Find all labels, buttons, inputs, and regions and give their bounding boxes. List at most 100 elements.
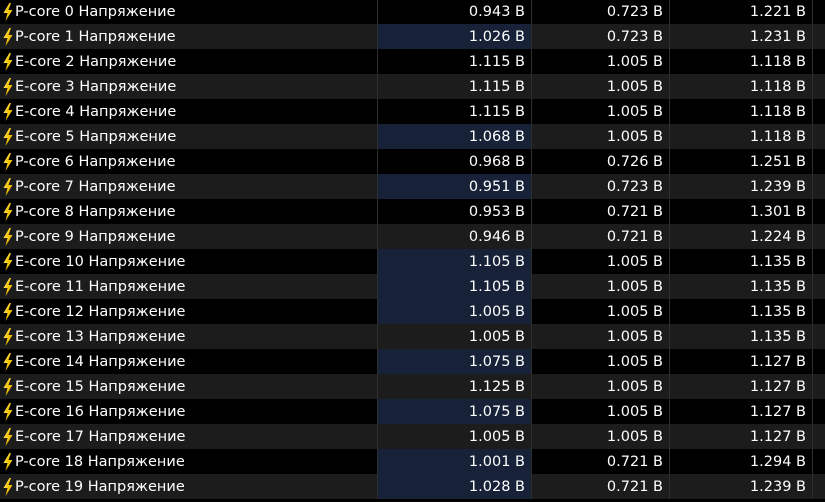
lightning-bolt-icon bbox=[2, 327, 13, 347]
table-row-13[interactable]: E-core 13 Напряжение 1.005 В 1.005 В 1.1… bbox=[0, 324, 825, 349]
sensor-label-cell: P-core 9 Напряжение bbox=[0, 224, 378, 249]
max-value: 1.251 В bbox=[749, 153, 806, 170]
min-value: 0.723 В bbox=[606, 178, 663, 195]
table-row-5[interactable]: E-core 5 Напряжение 1.068 В 1.005 В 1.11… bbox=[0, 124, 825, 149]
max-value-cell: 1.231 В bbox=[670, 24, 813, 49]
min-value: 1.005 В bbox=[606, 328, 663, 345]
table-row-19[interactable]: P-core 19 Напряжение 1.028 В 0.721 В 1.2… bbox=[0, 474, 825, 499]
avg-value-cell bbox=[813, 74, 825, 99]
table-row-1[interactable]: P-core 1 Напряжение 1.026 В 0.723 В 1.23… bbox=[0, 24, 825, 49]
current-value-cell: 1.026 В bbox=[378, 24, 532, 49]
sensor-label: E-core 5 Напряжение bbox=[15, 128, 177, 145]
table-row-8[interactable]: P-core 8 Напряжение 0.953 В 0.721 В 1.30… bbox=[0, 199, 825, 224]
min-value: 1.005 В bbox=[606, 428, 663, 445]
lightning-bolt-icon bbox=[2, 377, 13, 397]
max-value: 1.127 В bbox=[749, 428, 806, 445]
table-row-4[interactable]: E-core 4 Напряжение 1.115 В 1.005 В 1.11… bbox=[0, 99, 825, 124]
min-value-cell: 0.721 В bbox=[532, 474, 670, 499]
min-value-cell: 1.005 В bbox=[532, 374, 670, 399]
lightning-bolt-icon bbox=[2, 127, 13, 147]
current-value: 1.115 В bbox=[468, 78, 525, 95]
avg-value-cell bbox=[813, 124, 825, 149]
table-row-14[interactable]: E-core 14 Напряжение 1.075 В 1.005 В 1.1… bbox=[0, 349, 825, 374]
sensor-label: P-core 7 Напряжение bbox=[15, 178, 176, 195]
current-value: 1.105 В bbox=[468, 278, 525, 295]
sensor-label: E-core 13 Напряжение bbox=[15, 328, 186, 345]
avg-value-cell bbox=[813, 99, 825, 124]
avg-value-cell bbox=[813, 249, 825, 274]
lightning-bolt-icon bbox=[2, 452, 13, 472]
current-value-cell: 0.943 В bbox=[378, 0, 532, 24]
min-value: 0.721 В bbox=[606, 453, 663, 470]
min-value: 0.721 В bbox=[606, 203, 663, 220]
table-row-10[interactable]: E-core 10 Напряжение 1.105 В 1.005 В 1.1… bbox=[0, 249, 825, 274]
current-value-cell: 1.028 В bbox=[378, 474, 532, 499]
sensor-label-cell: E-core 4 Напряжение bbox=[0, 99, 378, 124]
min-value-cell: 1.005 В bbox=[532, 424, 670, 449]
sensor-label-cell: E-core 10 Напряжение bbox=[0, 249, 378, 274]
avg-value-cell bbox=[813, 349, 825, 374]
max-value-cell: 1.294 В bbox=[670, 449, 813, 474]
lightning-bolt-icon bbox=[2, 77, 13, 97]
sensor-label-cell: P-core 7 Напряжение bbox=[0, 174, 378, 199]
max-value-cell: 1.135 В bbox=[670, 324, 813, 349]
avg-value-cell bbox=[813, 199, 825, 224]
min-value: 0.721 В bbox=[606, 478, 663, 495]
min-value: 1.005 В bbox=[606, 278, 663, 295]
sensor-label-cell: E-core 16 Напряжение bbox=[0, 399, 378, 424]
table-row-11[interactable]: E-core 11 Напряжение 1.105 В 1.005 В 1.1… bbox=[0, 274, 825, 299]
min-value-cell: 0.723 В bbox=[532, 174, 670, 199]
min-value-cell: 0.723 В bbox=[532, 0, 670, 24]
sensor-label-cell: E-core 13 Напряжение bbox=[0, 324, 378, 349]
max-value: 1.118 В bbox=[749, 53, 806, 70]
current-value-cell: 1.068 В bbox=[378, 124, 532, 149]
min-value: 0.721 В bbox=[606, 228, 663, 245]
sensor-label: P-core 1 Напряжение bbox=[15, 28, 176, 45]
table-row-0[interactable]: P-core 0 Напряжение 0.943 В 0.723 В 1.22… bbox=[0, 0, 825, 24]
lightning-bolt-icon bbox=[2, 202, 13, 222]
table-row-18[interactable]: P-core 18 Напряжение 1.001 В 0.721 В 1.2… bbox=[0, 449, 825, 474]
max-value: 1.135 В bbox=[749, 303, 806, 320]
lightning-bolt-icon bbox=[2, 427, 13, 447]
current-value-cell: 1.115 В bbox=[378, 74, 532, 99]
min-value-cell: 1.005 В bbox=[532, 49, 670, 74]
sensor-label: E-core 11 Напряжение bbox=[15, 278, 186, 295]
table-row-6[interactable]: P-core 6 Напряжение 0.968 В 0.726 В 1.25… bbox=[0, 149, 825, 174]
sensor-label-cell: P-core 6 Напряжение bbox=[0, 149, 378, 174]
max-value-cell: 1.118 В bbox=[670, 74, 813, 99]
min-value-cell: 0.723 В bbox=[532, 24, 670, 49]
table-row-3[interactable]: E-core 3 Напряжение 1.115 В 1.005 В 1.11… bbox=[0, 74, 825, 99]
current-value-cell: 0.951 В bbox=[378, 174, 532, 199]
current-value-cell: 1.075 В bbox=[378, 349, 532, 374]
max-value-cell: 1.118 В bbox=[670, 99, 813, 124]
table-row-17[interactable]: E-core 17 Напряжение 1.005 В 1.005 В 1.1… bbox=[0, 424, 825, 449]
min-value: 1.005 В bbox=[606, 353, 663, 370]
min-value: 0.726 В bbox=[606, 153, 663, 170]
max-value-cell: 1.251 В bbox=[670, 149, 813, 174]
table-row-16[interactable]: E-core 16 Напряжение 1.075 В 1.005 В 1.1… bbox=[0, 399, 825, 424]
table-row-15[interactable]: E-core 15 Напряжение 1.125 В 1.005 В 1.1… bbox=[0, 374, 825, 399]
min-value: 1.005 В bbox=[606, 303, 663, 320]
table-row-12[interactable]: E-core 12 Напряжение 1.005 В 1.005 В 1.1… bbox=[0, 299, 825, 324]
avg-value-cell bbox=[813, 474, 825, 499]
sensor-label-cell: E-core 5 Напряжение bbox=[0, 124, 378, 149]
sensor-table: P-core 0 Напряжение 0.943 В 0.723 В 1.22… bbox=[0, 0, 825, 499]
current-value-cell: 1.105 В bbox=[378, 274, 532, 299]
current-value: 1.005 В bbox=[468, 328, 525, 345]
max-value: 1.135 В bbox=[749, 253, 806, 270]
max-value: 1.135 В bbox=[749, 328, 806, 345]
max-value-cell: 1.127 В bbox=[670, 399, 813, 424]
table-row-7[interactable]: P-core 7 Напряжение 0.951 В 0.723 В 1.23… bbox=[0, 174, 825, 199]
table-row-2[interactable]: E-core 2 Напряжение 1.115 В 1.005 В 1.11… bbox=[0, 49, 825, 74]
sensor-label-cell: E-core 15 Напряжение bbox=[0, 374, 378, 399]
max-value: 1.127 В bbox=[749, 353, 806, 370]
avg-value-cell bbox=[813, 224, 825, 249]
min-value-cell: 1.005 В bbox=[532, 74, 670, 99]
max-value-cell: 1.239 В bbox=[670, 174, 813, 199]
table-row-9[interactable]: P-core 9 Напряжение 0.946 В 0.721 В 1.22… bbox=[0, 224, 825, 249]
max-value-cell: 1.301 В bbox=[670, 199, 813, 224]
min-value: 1.005 В bbox=[606, 128, 663, 145]
sensor-label-cell: P-core 18 Напряжение bbox=[0, 449, 378, 474]
lightning-bolt-icon bbox=[2, 477, 13, 497]
lightning-bolt-icon bbox=[2, 52, 13, 72]
